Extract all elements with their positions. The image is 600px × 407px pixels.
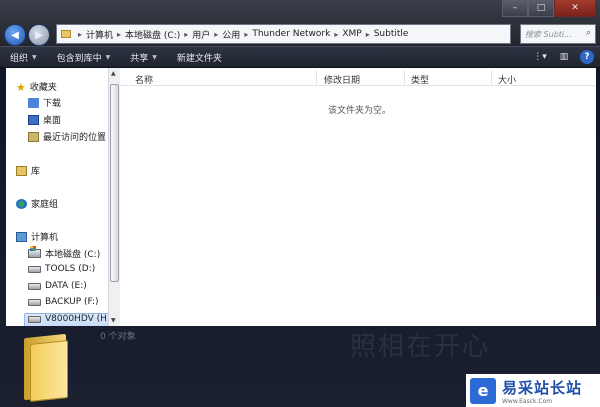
arrow-left-icon: ◀ xyxy=(11,29,19,41)
sidebar-item-label: 最近访问的位置 xyxy=(43,133,107,143)
recent-places-icon xyxy=(28,131,39,142)
hard-drive-icon xyxy=(28,282,41,290)
homegroup-icon xyxy=(16,198,27,209)
hard-drive-icon xyxy=(28,298,41,306)
sidebar-item-favorites[interactable]: ★ 收藏夹 xyxy=(16,80,57,94)
scroll-up-arrow-icon[interactable]: ▲ xyxy=(111,70,116,77)
breadcrumb-item[interactable]: Thunder Network xyxy=(252,29,330,39)
sidebar-item-drive-e[interactable]: DATA (E:) xyxy=(28,281,87,291)
include-in-library-label: 包含到库中 xyxy=(56,53,102,64)
background-text: 照相在开心 xyxy=(350,332,491,362)
sidebar-item-label: DATA (E:) xyxy=(45,281,87,291)
breadcrumb-item[interactable]: Subtitle xyxy=(374,29,409,39)
logo-text: 易采站长站 Www.Easck.Com xyxy=(502,377,582,405)
scrollbar-thumb[interactable] xyxy=(110,84,119,282)
new-folder-label: 新建文件夹 xyxy=(176,53,222,64)
sidebar-item-label: 库 xyxy=(31,167,41,177)
search-input[interactable]: 搜索 Subti... ⌕ xyxy=(520,24,596,44)
logo-mark-icon: e xyxy=(470,377,496,404)
system-drive-icon xyxy=(28,246,41,258)
window-controls: – □ ✕ xyxy=(502,0,596,18)
arrow-right-icon: ▶ xyxy=(35,29,43,41)
caret-down-icon: ▼ xyxy=(105,53,111,61)
hard-drive-icon xyxy=(28,315,41,323)
column-header-size[interactable]: 大小 xyxy=(498,73,516,86)
sidebar-item-label: 本地磁盘 (C:) xyxy=(45,250,101,260)
close-button[interactable]: ✕ xyxy=(554,0,596,17)
back-button[interactable]: ◀ xyxy=(4,24,26,46)
maximize-button[interactable]: □ xyxy=(528,0,554,17)
organize-label: 组织 xyxy=(10,53,29,64)
sidebar-item-recent-places[interactable]: 最近访问的位置 xyxy=(28,130,106,143)
breadcrumb-item[interactable]: 公用 xyxy=(222,28,240,41)
minimize-button[interactable]: – xyxy=(502,0,528,17)
breadcrumb-item[interactable]: 计算机 xyxy=(86,28,113,41)
sidebar-item-label: 计算机 xyxy=(31,233,59,243)
sidebar-item-homegroup[interactable]: 家庭组 xyxy=(16,197,58,210)
help-icon[interactable]: ? xyxy=(580,50,594,64)
sidebar-item-label: 收藏夹 xyxy=(29,83,57,93)
hard-drive-icon xyxy=(28,265,41,273)
download-folder-icon xyxy=(28,97,39,108)
sidebar-item-desktop[interactable]: 桌面 xyxy=(28,113,61,126)
library-icon xyxy=(16,165,27,176)
sidebar-item-label: V8000HDV (H:) xyxy=(45,314,114,324)
search-icon[interactable]: ⌕ xyxy=(586,28,591,38)
column-header-name[interactable]: 名称 xyxy=(135,73,153,86)
star-icon: ★ xyxy=(16,80,26,94)
desktop-icon xyxy=(28,114,39,125)
navigation-pane: ★ 收藏夹 下载 桌面 最近访问的位置 库 家庭组 计算机 本地磁盘 (C:) … xyxy=(6,68,116,326)
preview-pane-icon[interactable]: ▥ xyxy=(556,50,572,64)
command-bar: 组织 ▼ 包含到库中 ▼ 共享 ▼ 新建文件夹 ⋮▾ ▥ ? xyxy=(0,46,600,68)
logo-name: 易采站长站 xyxy=(502,378,583,397)
logo-url: Www.Easck.Com xyxy=(502,397,553,405)
sidebar-item-label: 下载 xyxy=(43,99,62,109)
search-placeholder: 搜索 Subti... xyxy=(525,29,572,39)
share-button[interactable]: 共享 ▼ xyxy=(120,47,167,67)
column-divider[interactable] xyxy=(404,70,405,84)
sidebar-item-computer[interactable]: 计算机 xyxy=(16,230,58,243)
sidebar-item-downloads[interactable]: 下载 xyxy=(28,96,61,109)
site-logo: e 易采站长站 Www.Easck.Com xyxy=(466,374,600,407)
sidebar-item-drive-f[interactable]: BACKUP (F:) xyxy=(28,297,99,307)
breadcrumb-item[interactable]: 本地磁盘 (C:) xyxy=(125,28,180,41)
file-list[interactable]: 名称 修改日期 类型 大小 该文件夹为空。 xyxy=(120,68,596,326)
scroll-down-arrow-icon[interactable]: ▼ xyxy=(111,317,116,324)
address-bar[interactable]: ▸ 计算机 ▸ 本地磁盘 (C:) ▸ 用户 ▸ 公用 ▸ Thunder Networ… xyxy=(56,24,511,44)
breadcrumb: ▸ 计算机 ▸ 本地磁盘 (C:) ▸ 用户 ▸ 公用 ▸ Thunder Networ… xyxy=(78,28,409,41)
new-folder-button[interactable]: 新建文件夹 xyxy=(167,47,232,67)
sidebar-item-drive-d[interactable]: TOOLS (D:) xyxy=(28,264,95,274)
large-folder-icon xyxy=(22,332,70,402)
caret-down-icon: ▼ xyxy=(32,53,37,61)
include-in-library-button[interactable]: 包含到库中 ▼ xyxy=(47,47,121,67)
view-options-icon[interactable]: ⋮▾ xyxy=(532,50,548,64)
forward-button[interactable]: ▶ xyxy=(28,24,50,46)
sidebar-item-label: BACKUP (F:) xyxy=(45,297,99,307)
caret-down-icon: ▼ xyxy=(152,53,157,61)
column-header-row: 名称 修改日期 类型 大小 xyxy=(120,68,596,86)
empty-folder-message: 该文件夹为空。 xyxy=(328,106,392,116)
item-count: 0 个对象 xyxy=(100,332,136,342)
share-label: 共享 xyxy=(130,53,149,64)
sidebar-item-libraries[interactable]: 库 xyxy=(16,164,40,177)
organize-button[interactable]: 组织 ▼ xyxy=(0,47,47,67)
sidebar-item-label: 家庭组 xyxy=(31,200,59,210)
sidebar-item-label: 桌面 xyxy=(43,116,62,126)
column-header-modified[interactable]: 修改日期 xyxy=(324,73,360,86)
folder-icon xyxy=(61,30,71,38)
sidebar-item-drive-h[interactable]: V8000HDV (H:) xyxy=(28,314,113,324)
sidebar-item-label: TOOLS (D:) xyxy=(45,264,96,274)
column-divider[interactable] xyxy=(491,70,492,84)
column-divider[interactable] xyxy=(316,70,317,84)
column-header-type[interactable]: 类型 xyxy=(411,73,429,86)
sidebar-item-drive-c[interactable]: 本地磁盘 (C:) xyxy=(28,246,101,260)
breadcrumb-item[interactable]: XMP xyxy=(342,29,361,39)
toolbar-right: ⋮▾ ▥ ? xyxy=(532,50,594,64)
navigation-scrollbar[interactable]: ▲ ▼ xyxy=(108,68,120,326)
computer-icon xyxy=(16,231,27,242)
breadcrumb-item[interactable]: 用户 xyxy=(192,28,210,41)
